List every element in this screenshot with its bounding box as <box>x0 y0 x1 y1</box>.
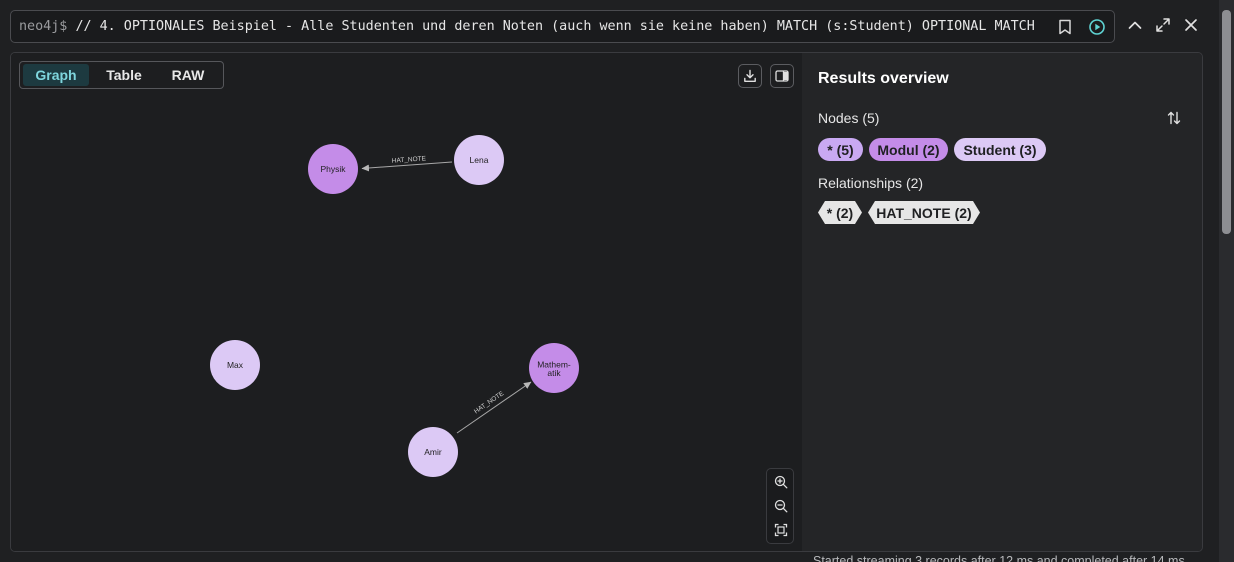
results-overview-panel: Results overview Nodes (5) * (5) Modul (… <box>802 53 1202 551</box>
relationship-hat-note-amir-mathematik[interactable]: HAT_NOTE <box>456 381 532 434</box>
node-label: Physik <box>320 164 346 174</box>
node-mathematik[interactable]: Mathem- atik <box>529 343 579 393</box>
status-text: Started streaming 3 records after 12 ms … <box>813 554 1189 562</box>
chip-all-relationships[interactable]: * (2) <box>818 201 862 224</box>
node-label: Amir <box>424 447 442 457</box>
bookmark-icon[interactable] <box>1055 17 1075 37</box>
graph-canvas[interactable]: HAT_NOTE HAT_NOTE Physik Lena Max Mathem… <box>11 53 802 551</box>
node-label: Lena <box>470 155 489 165</box>
chip-modul[interactable]: Modul (2) <box>869 138 948 161</box>
collapse-icon[interactable] <box>1126 16 1144 34</box>
nodes-heading: Nodes (5) <box>818 110 880 126</box>
close-icon[interactable] <box>1182 16 1200 34</box>
run-query-icon[interactable] <box>1087 17 1107 37</box>
result-frame: Graph Table RAW HAT_NOTE HAT_NOTE Physik… <box>10 52 1203 552</box>
zoom-in-icon[interactable] <box>771 472 791 492</box>
query-prompt: neo4j$ <box>19 19 68 34</box>
graph-view[interactable]: Graph Table RAW HAT_NOTE HAT_NOTE Physik… <box>11 53 802 551</box>
chip-student[interactable]: Student (3) <box>954 138 1046 161</box>
node-label-line-2: atik <box>547 368 561 378</box>
relationships-heading: Relationships (2) <box>818 175 924 191</box>
node-lena[interactable]: Lena <box>454 135 504 185</box>
sort-icon[interactable] <box>1164 108 1184 128</box>
chip-all-nodes[interactable]: * (5) <box>818 138 863 161</box>
zoom-controls <box>766 468 794 544</box>
query-editor[interactable]: neo4j$ // 4. OPTIONALES Beispiel - Alle … <box>10 10 1115 43</box>
relationship-hat-note-lena-physik[interactable]: HAT_NOTE <box>361 155 453 172</box>
fit-to-screen-icon[interactable] <box>771 520 791 540</box>
node-max[interactable]: Max <box>210 340 260 390</box>
query-code[interactable]: // 4. OPTIONALES Beispiel - Alle Student… <box>75 19 1034 34</box>
scrollbar-thumb[interactable] <box>1222 10 1231 234</box>
relationship-label: HAT_NOTE <box>392 155 427 164</box>
node-physik[interactable]: Physik <box>308 144 358 194</box>
overview-title: Results overview <box>818 70 949 87</box>
query-text[interactable]: neo4j$ // 4. OPTIONALES Beispiel - Alle … <box>19 19 1061 35</box>
node-amir[interactable]: Amir <box>408 427 458 477</box>
node-label: Max <box>227 360 244 370</box>
zoom-out-icon[interactable] <box>771 496 791 516</box>
chip-hat-note[interactable]: HAT_NOTE (2) <box>868 201 980 224</box>
expand-icon[interactable] <box>1154 16 1172 34</box>
